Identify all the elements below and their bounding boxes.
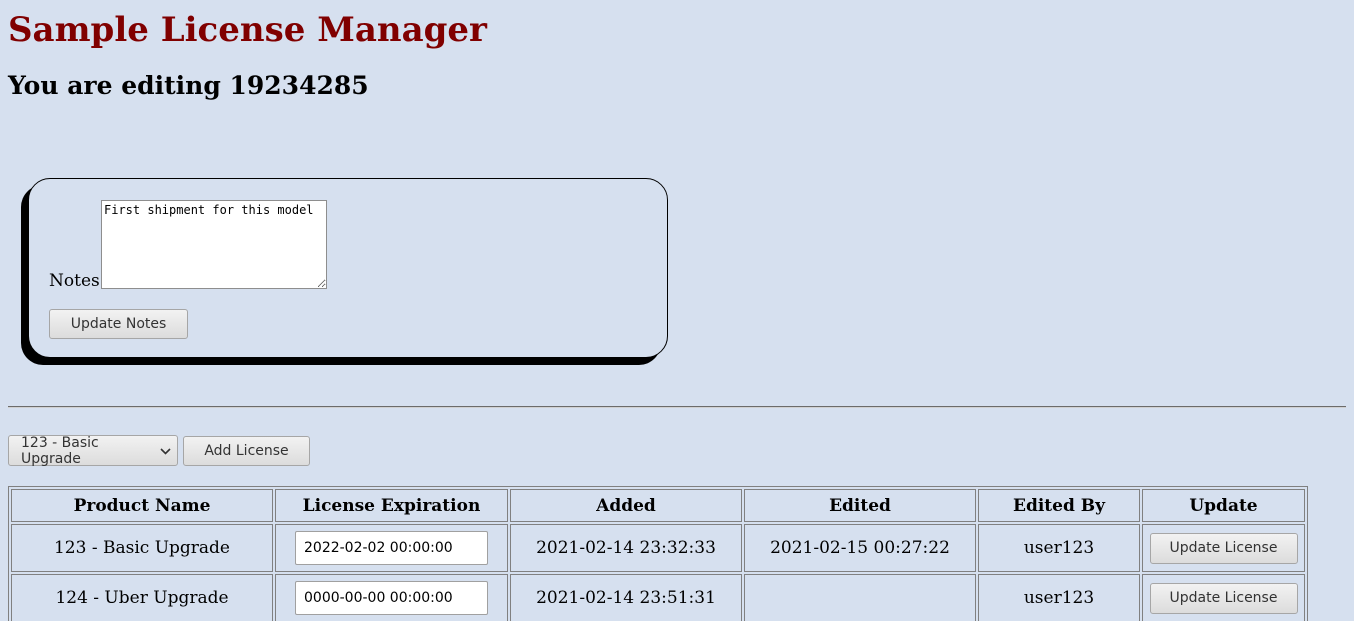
cell-update: Update License <box>1142 574 1305 621</box>
table-header-row: Product Name License Expiration Added Ed… <box>11 489 1305 522</box>
product-select[interactable]: 123 - Basic Upgrade <box>8 434 178 467</box>
header-product-name: Product Name <box>11 489 273 522</box>
cell-edited-by: user123 <box>978 574 1140 621</box>
cell-update: Update License <box>1142 524 1305 572</box>
cell-product-name: 123 - Basic Upgrade <box>11 524 273 572</box>
header-added: Added <box>510 489 742 522</box>
app-title: Sample License Manager <box>8 10 487 50</box>
product-select-value: 123 - Basic Upgrade <box>21 434 99 467</box>
cell-product-name: 124 - Uber Upgrade <box>11 574 273 621</box>
update-license-button[interactable]: Update License <box>1149 582 1298 614</box>
expiration-input[interactable] <box>295 531 488 565</box>
header-license-expiration: License Expiration <box>275 489 508 522</box>
cell-license-expiration <box>275 524 508 572</box>
table-row: 123 - Basic Upgrade 2021-02-14 23:32:33 … <box>11 524 1305 572</box>
header-edited-by: Edited By <box>978 489 1140 522</box>
header-edited: Edited <box>744 489 976 522</box>
update-license-button[interactable]: Update License <box>1149 532 1298 564</box>
editing-heading: You are editing 19234285 <box>8 71 369 100</box>
header-update: Update <box>1142 489 1305 522</box>
notes-panel: Notes: First shipment for this model Upd… <box>28 178 668 358</box>
cell-edited: 2021-02-15 00:27:22 <box>744 524 976 572</box>
update-notes-button[interactable]: Update Notes <box>49 309 188 339</box>
cell-license-expiration <box>275 574 508 621</box>
add-license-button[interactable]: Add License <box>183 436 310 466</box>
divider <box>8 406 1346 408</box>
cell-added: 2021-02-14 23:32:33 <box>510 524 742 572</box>
page: Sample License Manager You are editing 1… <box>0 0 1354 621</box>
cell-added: 2021-02-14 23:51:31 <box>510 574 742 621</box>
notes-textarea[interactable]: First shipment for this model <box>101 200 327 289</box>
table-row: 124 - Uber Upgrade 2021-02-14 23:51:31 u… <box>11 574 1305 621</box>
licenses-table: Product Name License Expiration Added Ed… <box>8 486 1308 621</box>
chevron-down-icon <box>160 444 171 458</box>
expiration-input[interactable] <box>295 581 488 615</box>
notes-label: Notes: <box>49 271 106 291</box>
cell-edited <box>744 574 976 621</box>
cell-edited-by: user123 <box>978 524 1140 572</box>
